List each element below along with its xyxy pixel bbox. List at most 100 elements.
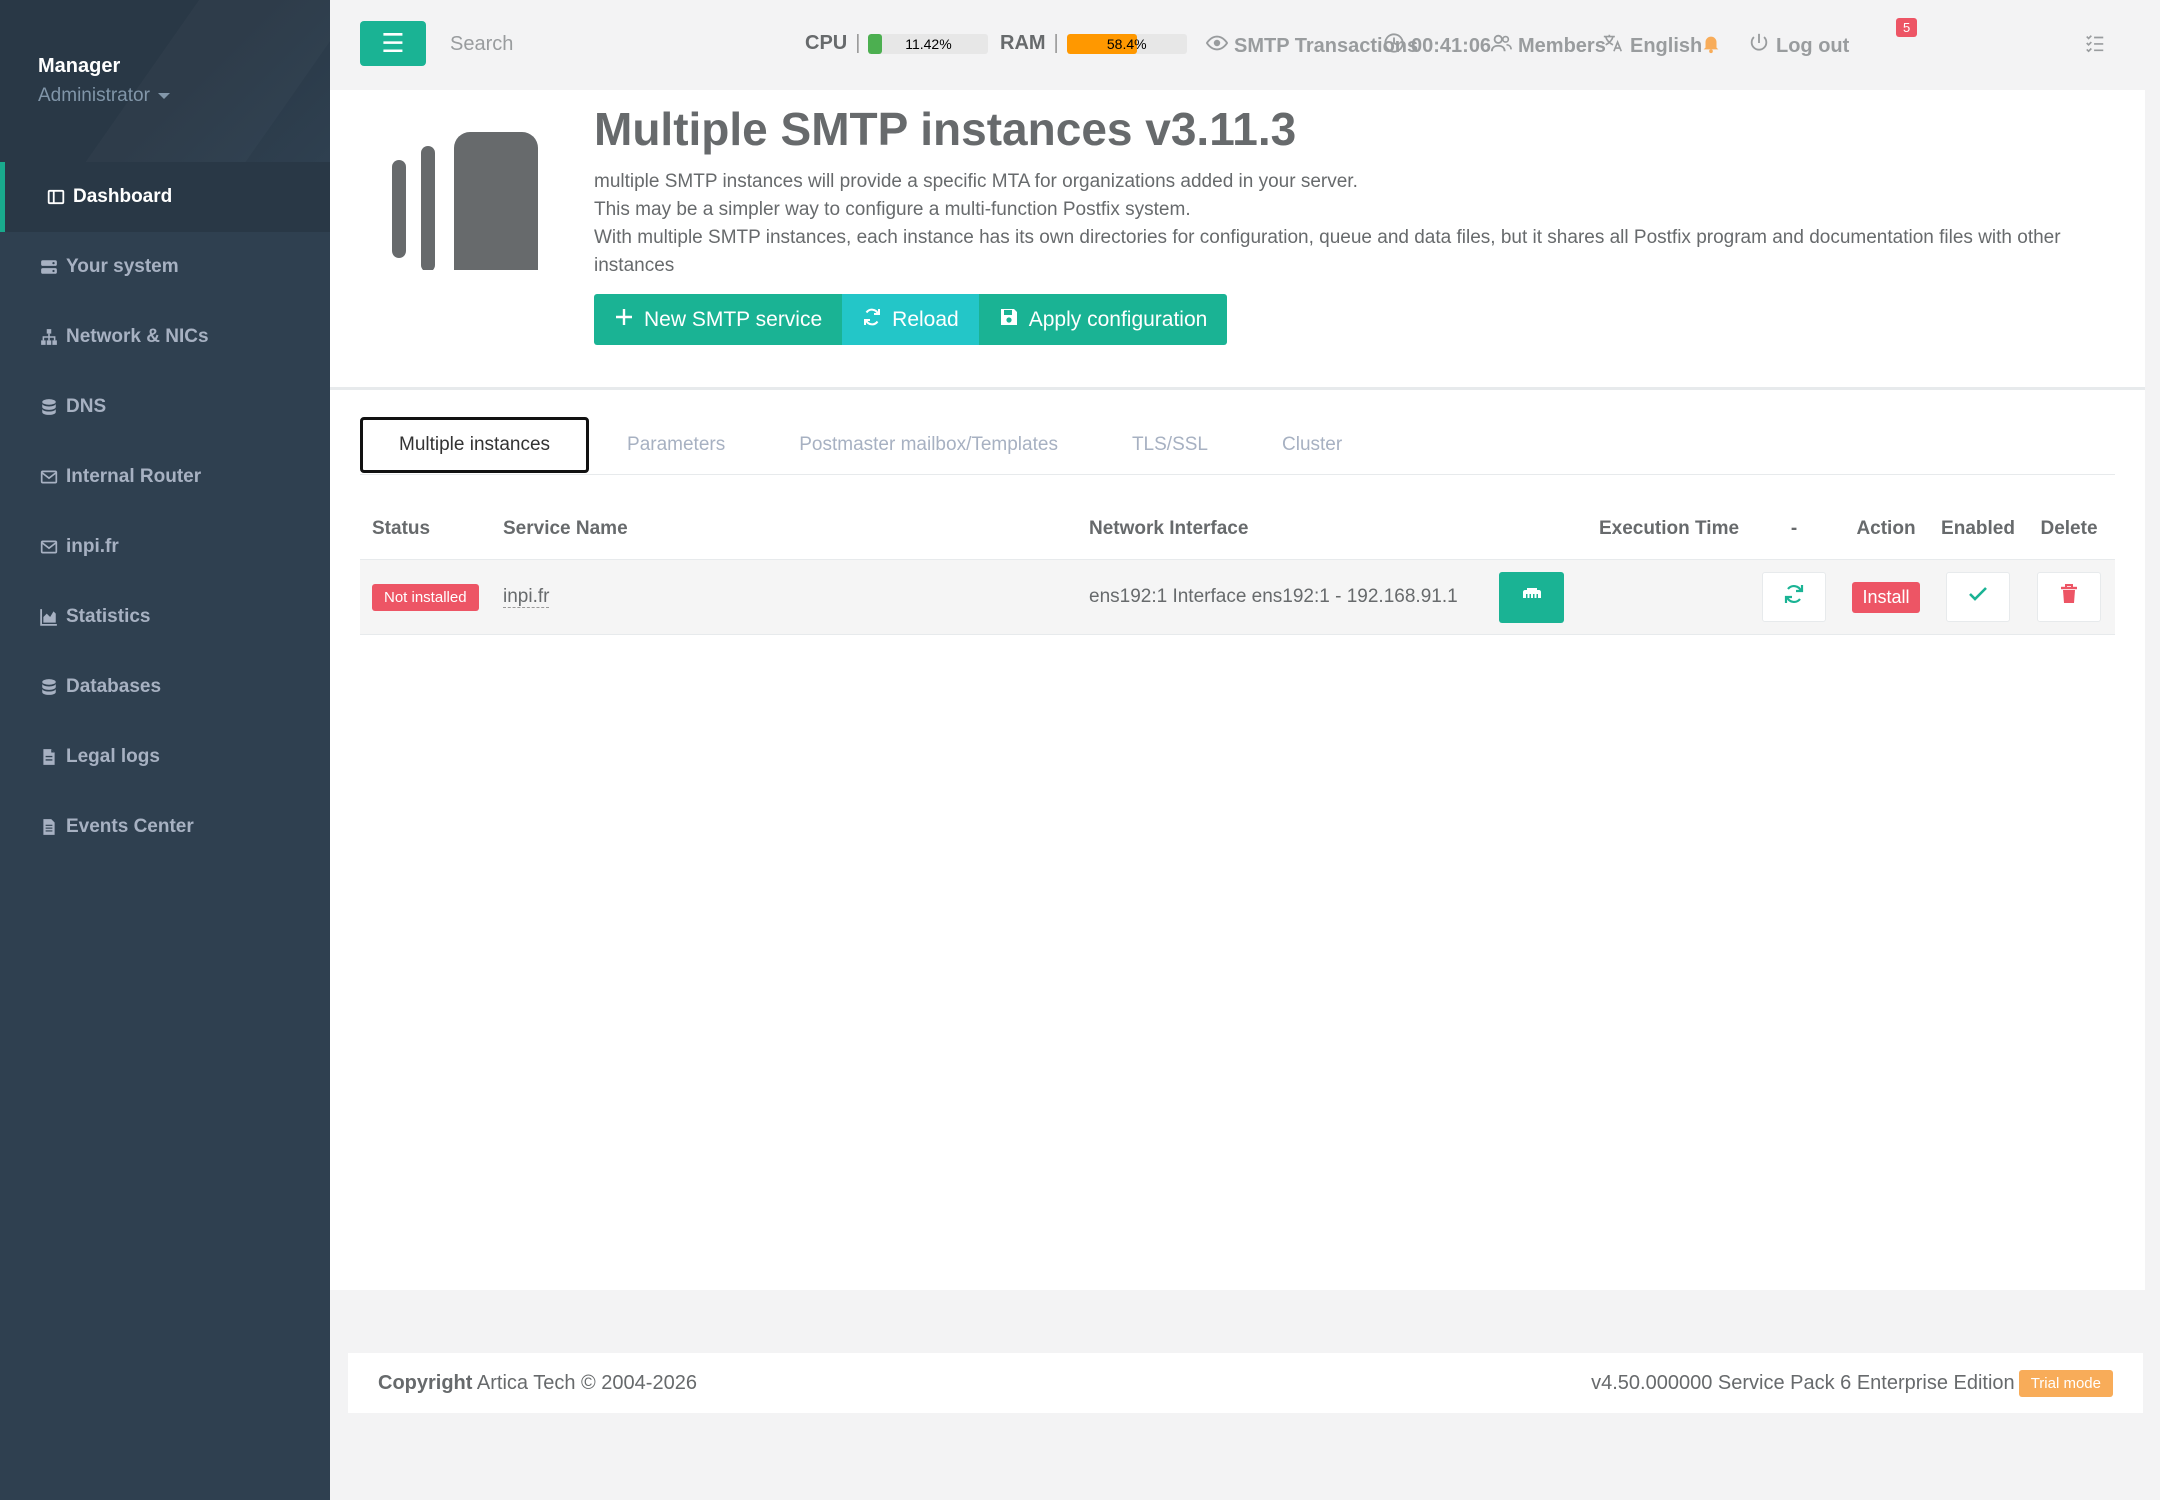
menu-toggle-button[interactable]: ☰ <box>360 21 426 66</box>
sidebar-item-events-center[interactable]: Events Center <box>0 792 330 862</box>
status-badge: Not installed <box>372 583 479 611</box>
sidebar-item-label: Legal logs <box>66 746 160 767</box>
plus-icon <box>614 307 644 333</box>
column-header-dash: - <box>1790 517 1798 539</box>
sidebar-item-label: Databases <box>66 676 162 697</box>
delete-instance-button[interactable] <box>2037 572 2101 622</box>
sidebar-item-internal-router[interactable]: Internal Router <box>0 442 330 512</box>
hamburger-icon: ☰ <box>381 28 405 58</box>
apply-configuration-label: Apply configuration <box>1028 307 1208 331</box>
sidebar-item-label: Dashboard <box>73 186 173 207</box>
network-interface-cell: ens192:1 Interface ens192:1 - 192.168.91… <box>1089 571 1589 623</box>
power-icon <box>1748 32 1776 60</box>
sidebar-item-label: Network & NICs <box>66 326 209 347</box>
language-selector[interactable]: English <box>1602 32 1702 60</box>
copyright-label: Copyright <box>378 1371 473 1394</box>
install-button[interactable]: Install <box>1852 581 1920 613</box>
tab-cluster[interactable]: Cluster <box>1246 417 1378 473</box>
description-line: multiple SMTP instances will provide a s… <box>594 171 1358 192</box>
sidebar-nav: Dashboard Your system Network & NICs DNS… <box>0 162 330 862</box>
tab-multiple-instances[interactable]: Multiple instances <box>360 416 590 473</box>
tab-bar: Multiple instances Parameters Postmaster… <box>360 415 2115 475</box>
delete-cell <box>2023 572 2115 622</box>
main-content: Multiple SMTP instances v3.11.3 multiple… <box>330 90 2145 1290</box>
apply-configuration-button[interactable]: Apply configuration <box>978 294 1228 345</box>
enabled-cell <box>1933 572 2023 622</box>
service-name-link[interactable]: inpi.fr <box>503 586 550 608</box>
description-line: This may be a simpler way to configure a… <box>594 199 1191 220</box>
sidebar-item-legal-logs[interactable]: Legal logs <box>0 722 330 792</box>
trash-icon <box>2057 582 2081 612</box>
refresh-instance-button[interactable] <box>1762 572 1826 622</box>
refresh-cell <box>1749 572 1839 622</box>
database-icon <box>40 398 58 416</box>
column-header-delete: Delete <box>2040 517 2098 539</box>
clock-value: 00:41:06 <box>1411 34 1492 57</box>
ram-label: RAM <box>1000 32 1046 54</box>
cpu-progress: 11.42% <box>868 33 989 54</box>
column-header-enabled: Enabled <box>1941 517 2015 539</box>
sidebar-item-inpi[interactable]: inpi.fr <box>0 512 330 582</box>
clock-icon <box>1383 32 1411 60</box>
page-header: Multiple SMTP instances v3.11.3 multiple… <box>330 90 2145 390</box>
copyright-text: Artica Tech © 2004-2026 <box>476 1371 697 1394</box>
sidebar-item-databases[interactable]: Databases <box>0 652 330 722</box>
sidebar-item-label: Internal Router <box>66 466 202 487</box>
sidebar-item-dashboard[interactable]: Dashboard <box>0 162 330 232</box>
cpu-value: 11.42% <box>905 35 952 52</box>
dashboard-icon <box>47 188 65 206</box>
area-chart-icon <box>40 608 58 626</box>
notifications-button[interactable] <box>1700 32 1728 60</box>
smtp-instances-logo <box>380 110 540 288</box>
network-icon <box>40 328 58 346</box>
server-icon <box>40 258 58 276</box>
status-cell: Not installed <box>360 583 503 611</box>
members-label: Members <box>1518 34 1606 57</box>
reload-label: Reload <box>892 307 959 331</box>
column-header-service-name[interactable]: Service Name <box>503 518 1089 540</box>
sync-icon <box>1782 582 1806 612</box>
copyright: Copyright Artica Tech © 2004-2026 <box>378 1372 697 1395</box>
network-interface-button[interactable] <box>1499 571 1564 623</box>
sidebar-item-your-system[interactable]: Your system <box>0 232 330 302</box>
members-link[interactable]: Members <box>1490 32 1606 60</box>
database-icon <box>40 678 58 696</box>
language-label: English <box>1630 34 1703 57</box>
search-input[interactable] <box>450 24 750 64</box>
translate-icon <box>1602 32 1630 60</box>
users-icon <box>1490 32 1518 60</box>
new-smtp-service-label: New SMTP service <box>644 307 823 331</box>
sidebar-item-dns[interactable]: DNS <box>0 372 330 442</box>
sidebar-item-network[interactable]: Network & NICs <box>0 302 330 372</box>
ram-value: 58.4% <box>1106 35 1147 52</box>
version-text: v4.50.000000 Service Pack 6 Enterprise E… <box>1591 1371 2015 1394</box>
tab-postmaster-templates[interactable]: Postmaster mailbox/Templates <box>763 417 1094 473</box>
sidebar-item-statistics[interactable]: Statistics <box>0 582 330 652</box>
column-header-status[interactable]: Status <box>360 518 503 540</box>
envelope-icon <box>40 538 58 556</box>
topbar: ☰ CPU | 11.42% RAM | 58.4% SMTP Transact… <box>330 0 2160 90</box>
enabled-toggle[interactable] <box>1946 572 2010 622</box>
new-smtp-service-button[interactable]: New SMTP service <box>594 294 843 345</box>
sidebar-item-label: Events Center <box>66 816 194 837</box>
clock-display: 00:41:06 <box>1383 32 1491 60</box>
logout-link[interactable]: Log out <box>1748 32 1849 60</box>
profile-role-label: Administrator <box>38 85 150 106</box>
trial-mode-badge: Trial mode <box>2018 1369 2113 1397</box>
bell-icon <box>1700 32 1728 60</box>
tab-parameters[interactable]: Parameters <box>591 417 761 473</box>
page-title: Multiple SMTP instances v3.11.3 <box>594 103 1297 155</box>
logout-label: Log out <box>1776 34 1850 57</box>
notifications-count-badge: 5 <box>1896 18 1918 37</box>
column-header-network-interface[interactable]: Network Interface <box>1089 518 1589 540</box>
table-row: Not installed inpi.fr ens192:1 Interface… <box>360 560 2115 635</box>
profile-role-dropdown[interactable]: Administrator <box>38 85 170 107</box>
tab-tls-ssl[interactable]: TLS/SSL <box>1096 417 1244 473</box>
reload-button[interactable]: Reload <box>842 294 979 345</box>
column-header-execution-time[interactable]: Execution Time <box>1589 518 1749 540</box>
caret-down-icon <box>157 92 170 99</box>
profile-name: Manager <box>38 55 121 77</box>
task-list-button[interactable] <box>2084 32 2112 60</box>
sync-icon <box>862 307 892 333</box>
description-line: With multiple SMTP instances, each insta… <box>594 227 2061 276</box>
